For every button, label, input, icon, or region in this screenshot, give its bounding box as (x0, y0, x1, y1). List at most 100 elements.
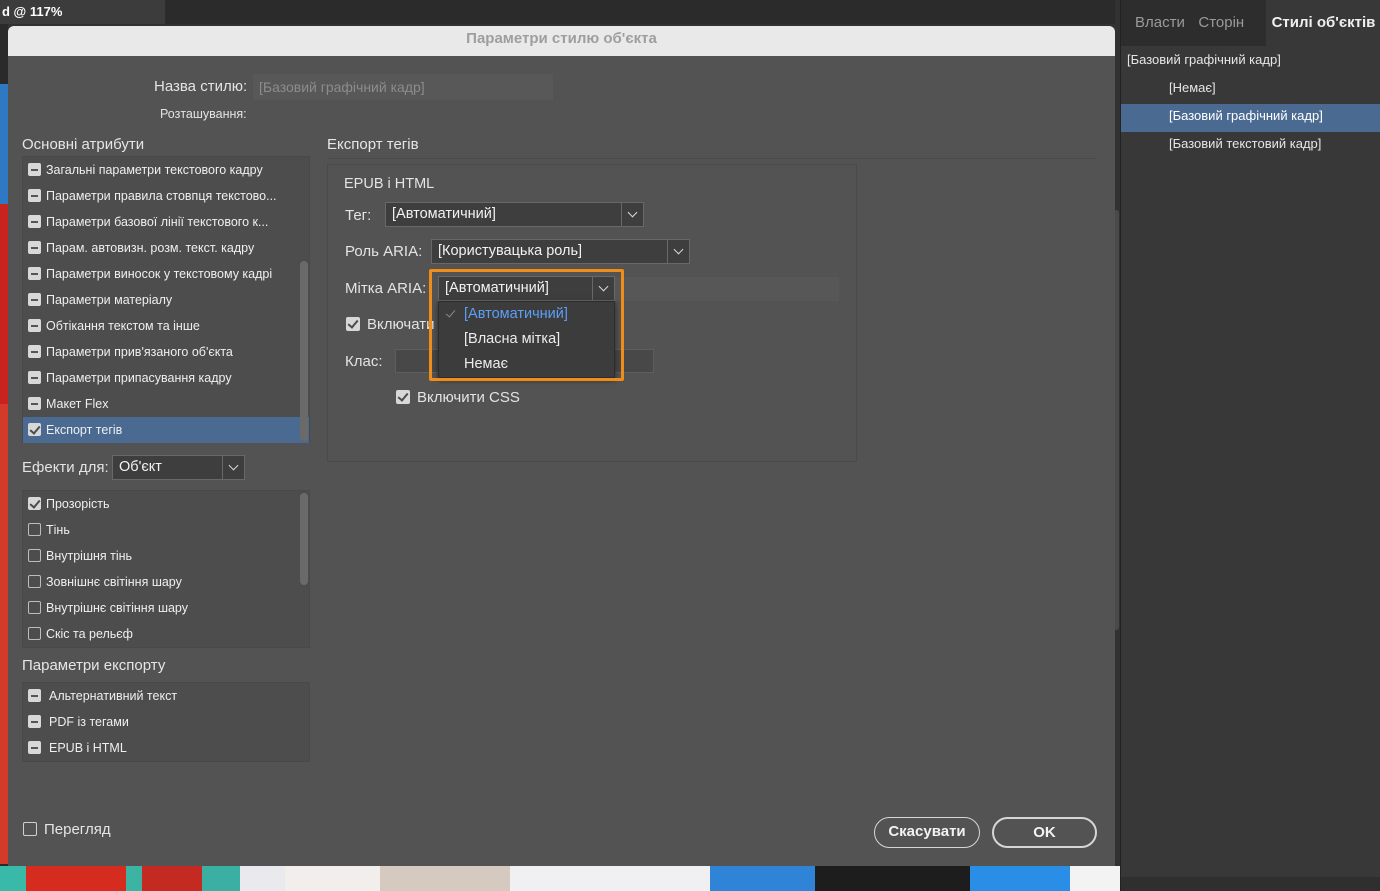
attr-label: Загальні параметри текстового кадру (46, 163, 263, 177)
effect-label: Прозорість (46, 497, 110, 511)
tag-dropdown[interactable]: [Автоматичний] (385, 202, 644, 227)
object-style-item-selected[interactable]: [Базовий графічний кадр] (1121, 104, 1380, 132)
object-styles-list: [Базовий графічний кадр] [Немає] [Базови… (1121, 46, 1380, 160)
effect-outer-glow[interactable]: Зовнішнє світіння шару (23, 569, 309, 595)
attr-text-frame-general[interactable]: Загальні параметри текстового кадру (23, 157, 309, 183)
canvas-edge (0, 24, 8, 866)
attr-frame-fitting[interactable]: Параметри припасування кадру (23, 365, 309, 391)
attr-fill[interactable]: Параметри матеріалу (23, 287, 309, 313)
object-style-item[interactable]: [Базовий текстовий кадр] (1121, 132, 1380, 160)
effect-checkbox[interactable] (28, 497, 41, 510)
export-checkbox[interactable] (28, 689, 41, 702)
cancel-button[interactable]: Скасувати (874, 817, 980, 848)
object-style-current: [Базовий графічний кадр] (1127, 52, 1281, 67)
export-label: EPUB і HTML (49, 741, 127, 755)
attr-autosize[interactable]: Парам. автовизн. розм. текст. кадру (23, 235, 309, 261)
canvas-artwork (0, 866, 1120, 891)
include-checkbox[interactable] (346, 317, 360, 331)
attr-checkbox[interactable] (28, 163, 41, 176)
effect-inner-glow[interactable]: Внутрішнє світіння шару (23, 595, 309, 621)
aria-role-dropdown[interactable]: [Користувацька роль] (431, 239, 690, 264)
tag-label: Тег: (345, 207, 372, 224)
effect-drop-shadow[interactable]: Тінь (23, 517, 309, 543)
object-styles-panel: Власти Сторін Стилі об'єктів [Базовий гр… (1113, 0, 1380, 891)
attr-label: Параметри прив'язаного об'єкта (46, 345, 233, 359)
effect-checkbox[interactable] (28, 523, 41, 536)
dialog-title: Параметри стилю об'єкта (8, 26, 1115, 56)
attr-checkbox[interactable] (28, 189, 41, 202)
effect-transparency[interactable]: Прозорість (23, 491, 309, 517)
aria-role-label: Роль ARIA: (345, 243, 423, 260)
attr-baseline[interactable]: Параметри базової лінії текстового к... (23, 209, 309, 235)
panel-tabs: Власти Сторін Стилі об'єктів (1121, 0, 1380, 46)
export-label: PDF із тегами (49, 715, 129, 729)
effect-checkbox[interactable] (28, 575, 41, 588)
attr-label: Макет Flex (46, 397, 109, 411)
attr-anchored-object[interactable]: Параметри прив'язаного об'єкта (23, 339, 309, 365)
attr-checkbox[interactable] (28, 345, 41, 358)
export-params-title: Параметри експорту (22, 657, 166, 674)
effects-list: Прозорість Тінь Внутрішня тінь Зовнішнє … (22, 490, 310, 648)
export-checkbox[interactable] (28, 741, 41, 754)
aria-label-label: Мітка ARIA: (345, 280, 427, 297)
attr-label: Параметри припасування кадру (46, 371, 232, 385)
attr-label: Експорт тегів (46, 423, 123, 437)
object-style-options-dialog: Параметри стилю об'єкта Назва стилю: [Ба… (8, 26, 1115, 866)
aria-label-field[interactable] (613, 277, 839, 301)
attr-checkbox[interactable] (28, 293, 41, 306)
preview-label: Перегляд (44, 821, 111, 838)
effect-checkbox[interactable] (28, 549, 41, 562)
tab-object-styles-label: Стилі об'єктів (1271, 14, 1376, 31)
effect-label: Внутрішнє світіння шару (46, 601, 188, 615)
attr-label: Параметри виносок у текстовому кадрі (46, 267, 273, 281)
export-params-list: Альтернативний текст PDF із тегами EPUB … (22, 682, 310, 762)
ok-button[interactable]: OK (992, 817, 1097, 848)
effect-checkbox[interactable] (28, 601, 41, 614)
attr-checkbox[interactable] (28, 423, 41, 436)
attr-checkbox[interactable] (28, 215, 41, 228)
effect-bevel-emboss[interactable]: Скіс та рельєф (23, 621, 309, 647)
attr-text-wrap[interactable]: Обтікання текстом та інше (23, 313, 309, 339)
include-css-checkbox[interactable] (396, 390, 410, 404)
effect-checkbox[interactable] (28, 627, 41, 640)
attr-export-tagging[interactable]: Експорт тегів (23, 417, 309, 443)
location-label: Розташування: (160, 107, 247, 121)
export-epub-html[interactable]: EPUB і HTML (23, 735, 309, 761)
export-alt-text[interactable]: Альтернативний текст (23, 683, 309, 709)
tab-object-styles[interactable]: Стилі об'єктів (1265, 0, 1380, 46)
class-label: Клас: (345, 353, 383, 370)
attr-footnotes[interactable]: Параметри виносок у текстовому кадрі (23, 261, 309, 287)
attr-checkbox[interactable] (28, 397, 41, 410)
object-style-item[interactable]: [Немає] (1121, 76, 1380, 104)
attr-checkbox[interactable] (28, 371, 41, 384)
attr-column-rule[interactable]: Параметри правила стовпця текстово... (23, 183, 309, 209)
include-css-label: Включити CSS (417, 389, 520, 406)
epub-html-title: EPUB і HTML (344, 176, 435, 192)
tab-properties[interactable]: Власти (1121, 0, 1190, 46)
panel-footer (1121, 877, 1380, 891)
attr-checkbox[interactable] (28, 319, 41, 332)
section-divider (327, 158, 1097, 159)
preview-checkbox[interactable] (23, 822, 37, 836)
attr-flex-layout[interactable]: Макет Flex (23, 391, 309, 417)
tab-pages[interactable]: Сторін (1190, 0, 1265, 46)
attr-label: Парам. автовизн. розм. текст. кадру (46, 241, 255, 255)
effects-scrollbar[interactable] (300, 493, 308, 585)
effect-label: Внутрішня тінь (46, 549, 133, 563)
chevron-down-icon (667, 240, 689, 263)
effects-for-dropdown[interactable]: Об'єкт (112, 455, 245, 480)
attr-label: Параметри правила стовпця текстово... (46, 189, 277, 203)
aria-role-value: [Користувацька роль] (438, 243, 583, 259)
attributes-scrollbar[interactable] (300, 261, 308, 441)
export-tagged-pdf[interactable]: PDF із тегами (23, 709, 309, 735)
effects-for-value: Об'єкт (119, 459, 162, 475)
export-tagging-title: Експорт тегів (327, 136, 419, 153)
effect-inner-shadow[interactable]: Внутрішня тінь (23, 543, 309, 569)
style-name-field[interactable]: [Базовий графічний кадр] (253, 74, 553, 100)
export-checkbox[interactable] (28, 715, 41, 728)
basic-attributes-list: Загальні параметри текстового кадру Пара… (22, 156, 310, 443)
document-tab[interactable]: d @ 117% (0, 0, 165, 24)
attr-checkbox[interactable] (28, 267, 41, 280)
attr-checkbox[interactable] (28, 241, 41, 254)
tag-value: [Автоматичний] (392, 206, 496, 222)
